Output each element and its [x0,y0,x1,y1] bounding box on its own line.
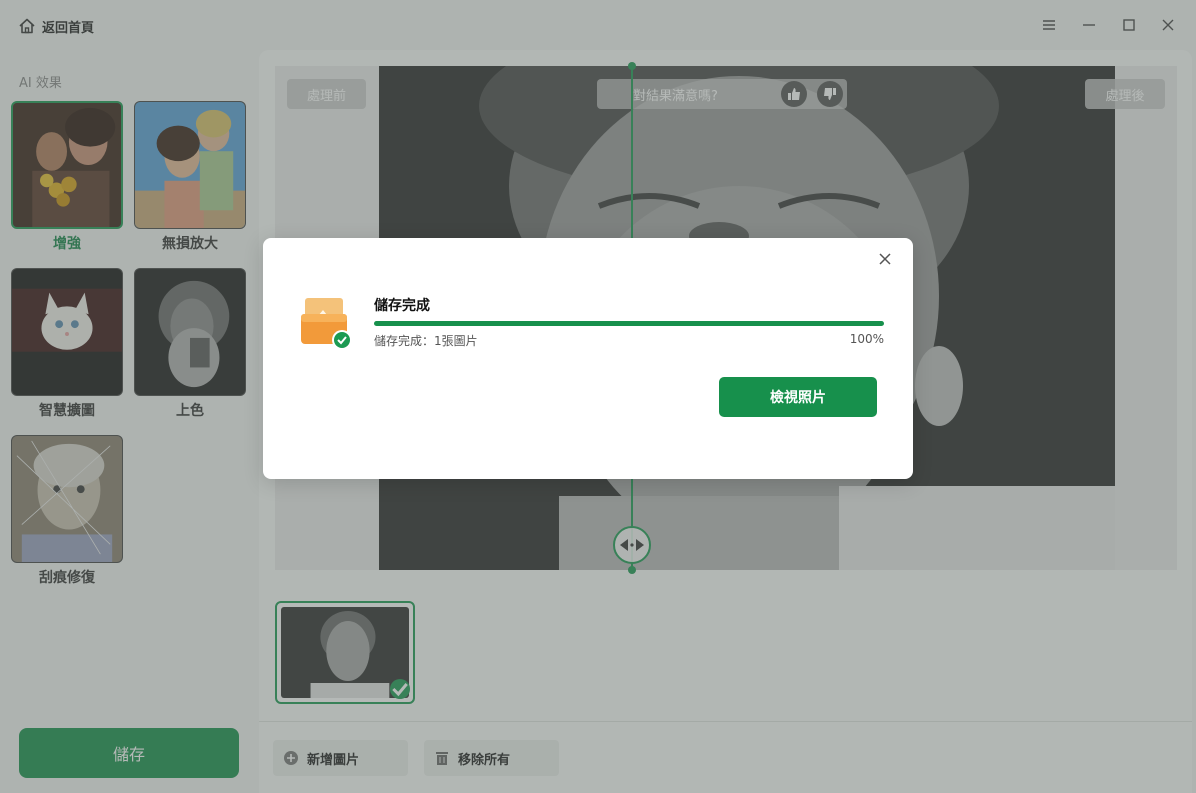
save-progress-bar [374,321,884,326]
progress-percent: 100% [849,332,884,346]
close-icon [879,253,891,265]
progress-fill [374,321,884,326]
save-complete-dialog: 儲存完成 儲存完成：1張圖片 100% 檢視照片 [263,238,913,479]
view-photos-button[interactable]: 檢視照片 [719,377,877,417]
app-window: 返回首頁 AI 效果 增強 無損放大 智慧擴圖 上色 刮痕修復 儲存 處理前 處… [0,0,1196,793]
folder-image-icon [301,298,352,350]
dialog-close-button[interactable] [877,251,893,267]
dialog-title: 儲存完成 [374,298,430,314]
save-status-text: 儲存完成：1張圖片 [374,334,478,348]
